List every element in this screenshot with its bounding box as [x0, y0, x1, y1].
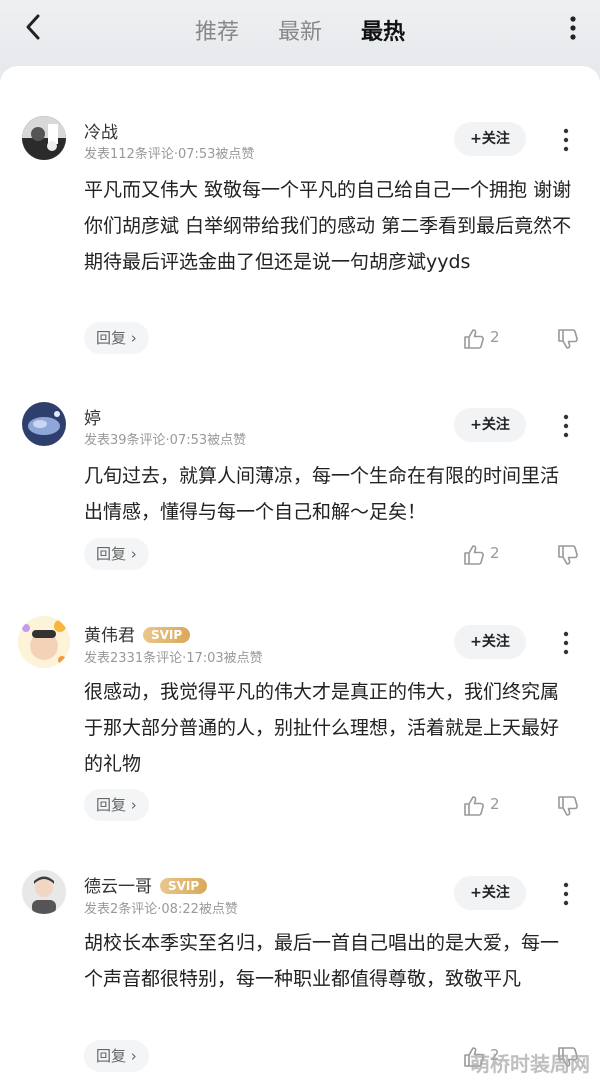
thumbs-up-icon — [464, 545, 484, 565]
username[interactable]: 冷战 — [84, 118, 118, 143]
comment-text: 几旬过去，就算人间薄凉，每一个生命在有限的时间里活出情感，懂得与每一个自己和解～… — [84, 465, 560, 523]
thumbs-up-icon — [464, 329, 484, 349]
more-options-icon[interactable] — [562, 630, 570, 656]
username-text: 婷 — [84, 409, 101, 429]
like-button[interactable]: 2 — [462, 791, 522, 819]
follow-button[interactable]: +关注 — [454, 122, 526, 156]
tab-recommended[interactable]: 推荐 — [195, 14, 239, 46]
watermark: 萌桥时装周网 — [470, 1052, 590, 1076]
follow-button[interactable]: +关注 — [454, 876, 526, 910]
follow-button[interactable]: +关注 — [454, 625, 526, 659]
more-options-icon[interactable] — [562, 413, 570, 439]
username[interactable]: 德云一哥 SVIP — [84, 872, 208, 897]
svip-badge: SVIP — [143, 627, 191, 643]
reply-button[interactable]: 回复 › — [84, 538, 149, 570]
tab-latest[interactable]: 最新 — [278, 14, 322, 46]
avatar-image — [22, 870, 66, 914]
comment-meta: 发表39条评论·07:53被点赞 — [84, 433, 247, 448]
comment-text: 很感动，我觉得平凡的伟大才是真正的伟大，我们终究属于那大部分普通的人，别扯什么理… — [84, 681, 560, 775]
reply-button[interactable]: 回复 › — [84, 322, 149, 354]
reply-button[interactable]: 回复 › — [84, 1040, 149, 1072]
more-options-icon[interactable] — [562, 881, 570, 907]
comment-meta: 发表2331条评论·17:03被点赞 — [84, 651, 263, 666]
comment-text: 平凡而又伟大 致敬每一个平凡的自己给自己一个拥抱 谢谢你们胡彦斌 白举纲带给我们… — [84, 179, 572, 273]
like-count: 2 — [490, 795, 500, 813]
like-count: 2 — [490, 328, 500, 346]
avatar[interactable] — [22, 870, 66, 914]
like-button[interactable]: 2 — [462, 540, 522, 568]
tab-hottest[interactable]: 最热 — [361, 14, 405, 46]
username-text: 冷战 — [84, 123, 118, 143]
tab-bar: 推荐 最新 最热 — [0, 14, 600, 46]
username[interactable]: 婷 — [84, 404, 101, 429]
thumbs-down-icon[interactable] — [556, 543, 580, 567]
avatar[interactable] — [22, 116, 66, 160]
top-navigation-bar: 推荐 最新 最热 — [0, 0, 600, 70]
thumbs-up-icon — [464, 796, 484, 816]
comment-list: 冷战 发表112条评论·07:53被点赞 +关注 平凡而又伟大 致敬每一个平凡的… — [0, 66, 600, 1083]
comment-meta: 发表2条评论·08:22被点赞 — [84, 902, 238, 917]
avatar-image — [22, 402, 66, 446]
reply-button[interactable]: 回复 › — [84, 789, 149, 821]
thumbs-down-icon[interactable] — [556, 794, 580, 818]
avatar[interactable] — [18, 616, 70, 668]
avatar[interactable] — [22, 402, 66, 446]
avatar-image — [22, 116, 66, 160]
follow-button[interactable]: +关注 — [454, 408, 526, 442]
comment-meta: 发表112条评论·07:53被点赞 — [84, 147, 255, 162]
avatar-image — [18, 616, 70, 668]
thumbs-down-icon[interactable] — [556, 327, 580, 351]
like-count: 2 — [490, 544, 500, 562]
username-text: 德云一哥 — [84, 877, 152, 897]
more-options-icon[interactable] — [568, 14, 578, 42]
username[interactable]: 黄伟君 SVIP — [84, 621, 191, 646]
like-button[interactable]: 2 — [462, 324, 522, 352]
username-text: 黄伟君 — [84, 626, 135, 646]
more-options-icon[interactable] — [562, 127, 570, 153]
comment-text: 胡校长本季实至名归，最后一首自己唱出的是大爱，每一个声音都很特别，每一种职业都值… — [84, 932, 560, 990]
svip-badge: SVIP — [160, 878, 208, 894]
